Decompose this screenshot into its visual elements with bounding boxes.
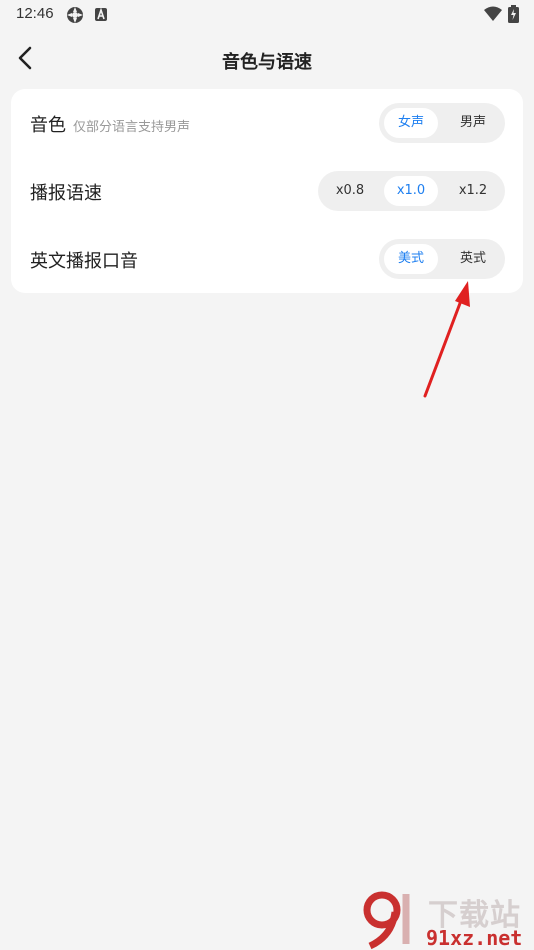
watermark: 下载站 91xz.net	[362, 888, 534, 950]
red-arrow-annotation	[423, 281, 470, 398]
watermark-logo-icon	[363, 891, 410, 950]
watermark-url: 91xz.net	[426, 926, 523, 950]
